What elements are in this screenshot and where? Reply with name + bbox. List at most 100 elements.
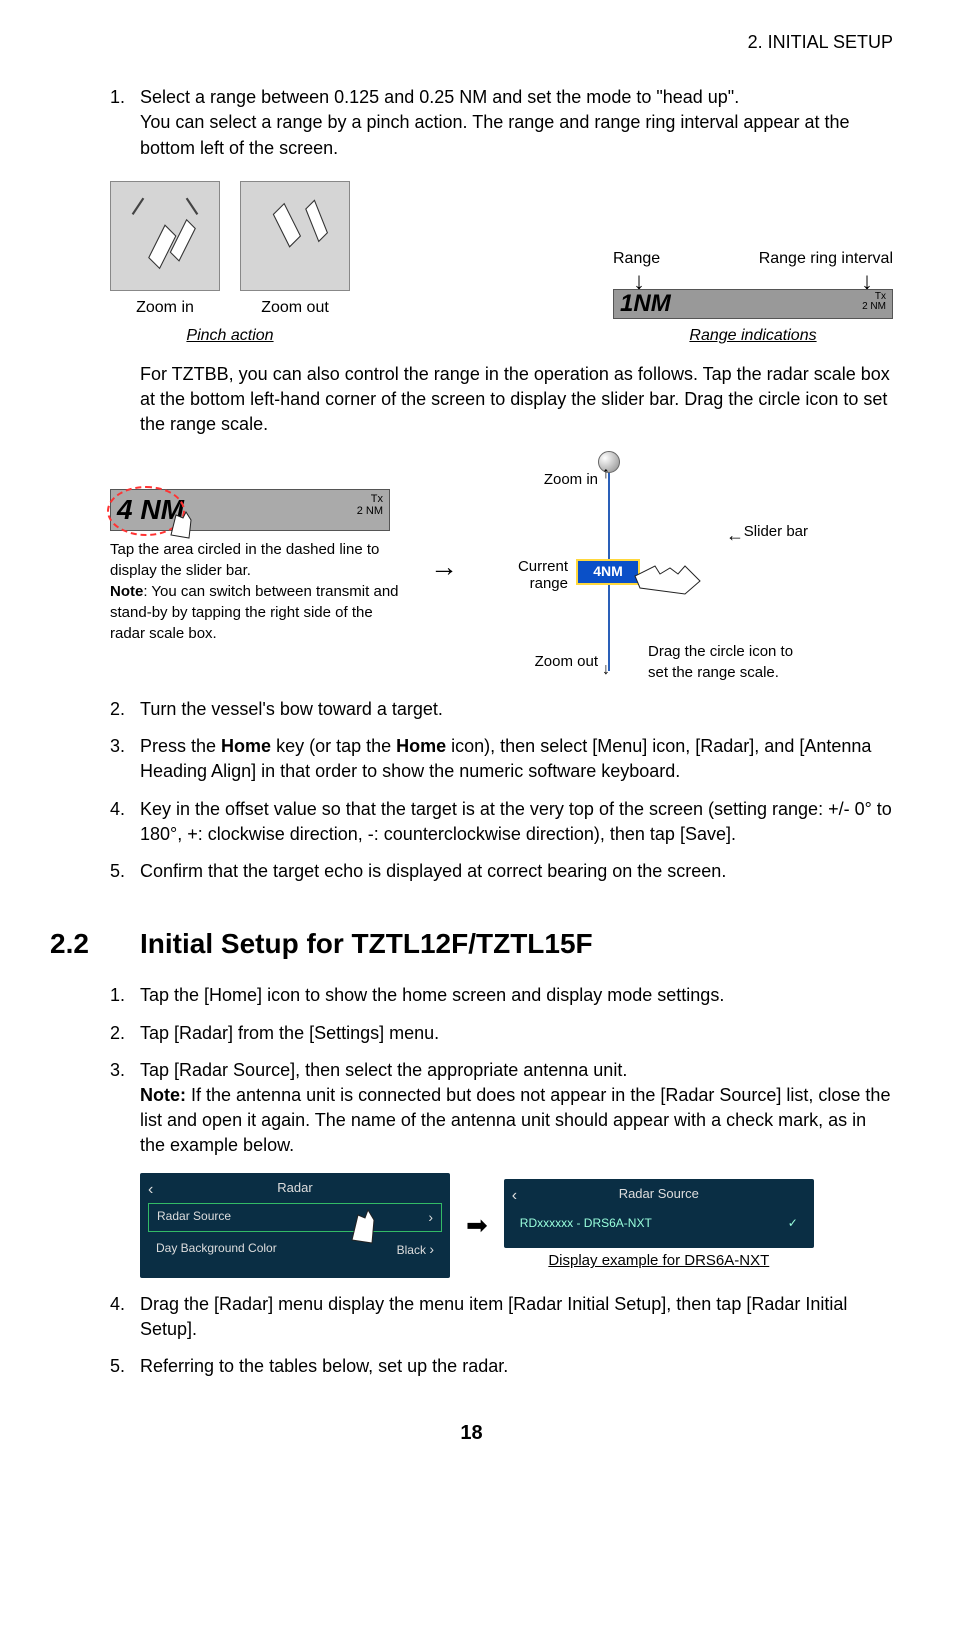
step2-2: 2. Tap [Radar] from the [Settings] menu.	[110, 1021, 893, 1046]
radar-source-title: Radar Source	[512, 1185, 806, 1203]
step-body: Tap [Radar Source], then select the appr…	[140, 1058, 893, 1159]
left-arrow-icon: ←	[726, 523, 744, 548]
row-label: Day Background Color	[156, 1240, 277, 1260]
radar-source-row: Radar Source ›	[148, 1203, 442, 1233]
step-body: Key in the offset value so that the targ…	[140, 797, 893, 847]
pinch-out-icon	[111, 182, 219, 290]
figure-row-1: Zoom in Zoom out Pinch action Range Rang…	[110, 181, 893, 348]
entry-text: RDxxxxxx - DRS6A-NXT	[520, 1215, 652, 1232]
step-number: 3.	[110, 1058, 140, 1159]
zoom-out-label: Zoom out	[518, 651, 598, 672]
zoom-in-label: Zoom in	[518, 469, 598, 490]
tx-label: Tx	[357, 493, 383, 505]
zoom-out-label: Zoom out	[240, 297, 350, 319]
range-value: 1	[620, 287, 633, 321]
display-example-caption: Display example for DRS6A-NXT	[504, 1250, 814, 1271]
pinch-figure: Zoom in Zoom out Pinch action	[110, 181, 350, 348]
step-body: Confirm that the target echo is displaye…	[140, 859, 893, 884]
zoom-in-label: Zoom in	[110, 297, 220, 319]
tap-hand-icon	[161, 500, 201, 550]
step-text: Press the	[140, 736, 221, 756]
step-3: 3. Press the Home key (or tap the Home i…	[110, 734, 893, 784]
section-title: Initial Setup for TZTL12F/TZTL15F	[140, 924, 593, 963]
right-arrow-icon: ➡	[466, 1207, 488, 1243]
chevron-right-icon: ›	[429, 1241, 434, 1257]
up-arrow-icon: ↑	[602, 463, 610, 485]
chapter-header: 2. INITIAL SETUP	[50, 30, 893, 55]
step-number: 4.	[110, 1292, 140, 1342]
note-bold: Note:	[140, 1085, 186, 1105]
home-icon-bold: Home	[396, 736, 446, 756]
step-body: Tap [Radar] from the [Settings] menu.	[140, 1021, 893, 1046]
range-unit: NM	[633, 287, 670, 321]
back-chevron-icon: ‹	[512, 1185, 517, 1207]
step-body: Drag the [Radar] menu display the menu i…	[140, 1292, 893, 1342]
row-value: Black	[397, 1243, 426, 1257]
slider-figure-row: 4 NM Tx 2 NM Tap the area circled in the…	[110, 451, 893, 681]
range-caption: Range indications	[689, 325, 816, 347]
step-5: 5. Confirm that the target echo is displ…	[110, 859, 893, 884]
pinch-caption: Pinch action	[186, 325, 273, 347]
radar-menu-figure: ‹ Radar Radar Source › Day Background Co…	[140, 1173, 893, 1278]
step-body: Press the Home key (or tap the Home icon…	[140, 734, 893, 784]
step-number: 1.	[110, 85, 140, 161]
step-body: Tap the [Home] icon to show the home scr…	[140, 983, 893, 1008]
check-icon: ✓	[788, 1215, 798, 1232]
step2-1: 1. Tap the [Home] icon to show the home …	[110, 983, 893, 1008]
step-number: 5.	[110, 859, 140, 884]
ring-value: 2 NM	[357, 505, 383, 517]
step-body: Select a range between 0.125 and 0.25 NM…	[140, 85, 893, 161]
step-2: 2. Turn the vessel's bow toward a target…	[110, 697, 893, 722]
day-bg-row: Day Background Color Black ›	[148, 1236, 442, 1264]
right-arrow-icon: →	[430, 547, 458, 586]
step-number: 3.	[110, 734, 140, 784]
step2-3: 3. Tap [Radar Source], then select the a…	[110, 1058, 893, 1159]
step-text: Tap [Radar Source], then select the appr…	[140, 1060, 627, 1080]
step-body: Referring to the tables below, set up th…	[140, 1354, 893, 1379]
chevron-right-icon: ›	[428, 1208, 433, 1228]
zoom-in-gesture	[110, 181, 220, 291]
tap-area-block: 4 NM Tx 2 NM Tap the area circled in the…	[110, 489, 410, 644]
radar-source-entry: RDxxxxxx - DRS6A-NXT ✓	[512, 1209, 806, 1238]
radar-menu-left: ‹ Radar Radar Source › Day Background Co…	[140, 1173, 450, 1278]
tap-note-a: Tap the area circled in the dashed line …	[110, 541, 379, 579]
step-text: You can select a range by a pinch action…	[140, 112, 850, 157]
drag-instruction-label: Drag the circle icon to set the range sc…	[648, 641, 808, 683]
home-key-bold: Home	[221, 736, 271, 756]
step-body: Turn the vessel's bow toward a target.	[140, 697, 893, 722]
radar-source-menu: ‹ Radar Source RDxxxxxx - DRS6A-NXT ✓	[504, 1179, 814, 1248]
step-text: Select a range between 0.125 and 0.25 NM…	[140, 87, 739, 107]
step-text: key (or tap the	[271, 736, 396, 756]
step-text: If the antenna unit is connected but doe…	[140, 1085, 890, 1155]
drag-hand-icon	[630, 556, 710, 602]
section-heading: 2.2 Initial Setup for TZTL12F/TZTL15F	[50, 924, 893, 963]
down-arrow-icon: ↓	[602, 659, 610, 681]
step-number: 1.	[110, 983, 140, 1008]
pinch-in-icon	[241, 182, 349, 290]
down-arrow-icon: ↓	[861, 275, 873, 289]
zoom-out-gesture	[240, 181, 350, 291]
step-number: 2.	[110, 1021, 140, 1046]
step2-4: 4. Drag the [Radar] menu display the men…	[110, 1292, 893, 1342]
step-number: 4.	[110, 797, 140, 847]
ring-value: 2 NM	[862, 302, 886, 312]
step-number: 5.	[110, 1354, 140, 1379]
range-indicator-box: 1 NM Tx 2 NM	[613, 289, 893, 319]
step-number: 2.	[110, 697, 140, 722]
tap-hand-icon	[340, 1195, 390, 1250]
step-1: 1. Select a range between 0.125 and 0.25…	[110, 85, 893, 161]
range-figure: Range Range ring interval ↓ ↓ 1 NM Tx 2 …	[613, 248, 893, 347]
tztbb-paragraph: For TZTBB, you can also control the rang…	[140, 362, 893, 438]
tap-note-c: : You can switch between transmit and st…	[110, 583, 399, 642]
slider-bar-label: Slider bar	[744, 521, 808, 542]
step-4: 4. Key in the offset value so that the t…	[110, 797, 893, 847]
back-chevron-icon: ‹	[148, 1179, 153, 1201]
radar-scale-box: 4 NM Tx 2 NM	[110, 489, 390, 531]
slider-bar-diagram: ↑ ↓ Zoom in Zoom out Current range 4NM ←…	[478, 451, 738, 681]
radar-menu-title: Radar	[148, 1179, 442, 1197]
page-number: 18	[50, 1419, 893, 1447]
row-label: Radar Source	[157, 1208, 231, 1228]
step2-5: 5. Referring to the tables below, set up…	[110, 1354, 893, 1379]
note-bold: Note	[110, 583, 143, 600]
current-range-label: Current range	[478, 559, 568, 592]
